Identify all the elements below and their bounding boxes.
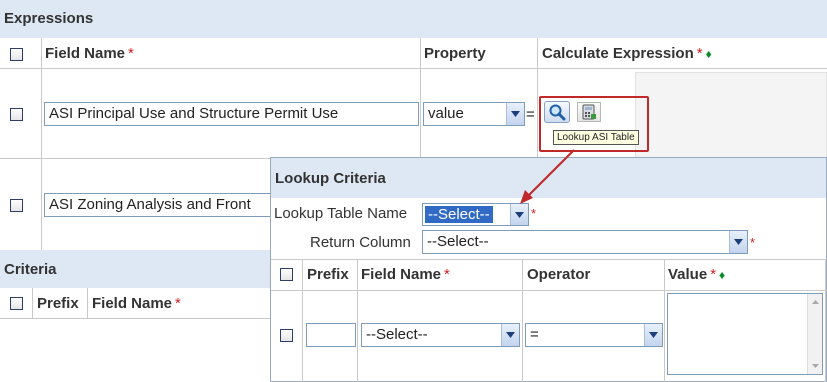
calculate-expression-textarea[interactable] bbox=[635, 72, 827, 158]
lookup-operator-header: Operator bbox=[527, 266, 591, 283]
lookup-row-checkbox[interactable] bbox=[280, 329, 293, 342]
property-column-header: Property bbox=[424, 45, 486, 62]
select-all-criteria-checkbox[interactable] bbox=[10, 297, 23, 310]
criteria-header: Criteria bbox=[0, 250, 280, 288]
return-column-select[interactable]: --Select-- bbox=[422, 230, 748, 254]
criteria-prefix-header: Prefix bbox=[37, 295, 79, 312]
criteria-title: Criteria bbox=[4, 261, 57, 278]
lookup-asi-table-button[interactable] bbox=[544, 101, 570, 123]
field-name-column-header: Field Name * bbox=[45, 45, 134, 62]
lookup-operator-select[interactable]: = bbox=[525, 323, 663, 347]
lookup-tooltip: Lookup ASI Table bbox=[553, 130, 639, 145]
select-all-expressions-checkbox[interactable] bbox=[10, 48, 23, 61]
chevron-down-icon bbox=[506, 103, 524, 125]
equals-sign: = bbox=[526, 106, 535, 123]
lookup-criteria-header: Lookup Criteria bbox=[271, 158, 826, 198]
lookup-value-header: Value * ♦ bbox=[668, 266, 726, 283]
lookup-field-name-header: Field Name * bbox=[361, 266, 450, 283]
expressions-header: Expressions bbox=[0, 0, 827, 38]
magnifier-icon bbox=[549, 104, 566, 121]
calculate-expression-column-header: Calculate Expression * ♦ bbox=[542, 45, 712, 62]
property-select[interactable]: value bbox=[423, 102, 525, 126]
expressions-title: Expressions bbox=[4, 10, 94, 27]
expression-row-checkbox[interactable] bbox=[10, 199, 23, 212]
textarea-scrollbar[interactable] bbox=[807, 294, 822, 374]
chevron-down-icon bbox=[644, 324, 662, 346]
lookup-criteria-title: Lookup Criteria bbox=[275, 170, 386, 187]
lookup-prefix-header: Prefix bbox=[307, 266, 349, 283]
chevron-down-icon bbox=[729, 231, 747, 253]
lookup-table-label: Lookup Table Name bbox=[274, 205, 408, 222]
chevron-down-icon bbox=[510, 204, 528, 225]
select-all-lookup-rows-checkbox[interactable] bbox=[280, 268, 293, 281]
chevron-down-icon bbox=[501, 324, 519, 346]
criteria-field-name-header: Field Name * bbox=[92, 295, 181, 312]
lookup-prefix-input[interactable] bbox=[306, 323, 356, 347]
lookup-table-select[interactable]: --Select-- bbox=[422, 203, 529, 226]
lookup-field-select[interactable]: --Select-- bbox=[361, 323, 520, 347]
return-column-label: Return Column bbox=[310, 234, 411, 251]
expression-row-checkbox[interactable] bbox=[10, 108, 23, 121]
calculator-button[interactable] bbox=[577, 102, 601, 122]
expression-field-input[interactable]: ASI Principal Use and Structure Permit U… bbox=[44, 102, 419, 126]
lookup-value-textarea[interactable] bbox=[667, 293, 823, 375]
calculator-icon bbox=[582, 104, 596, 120]
